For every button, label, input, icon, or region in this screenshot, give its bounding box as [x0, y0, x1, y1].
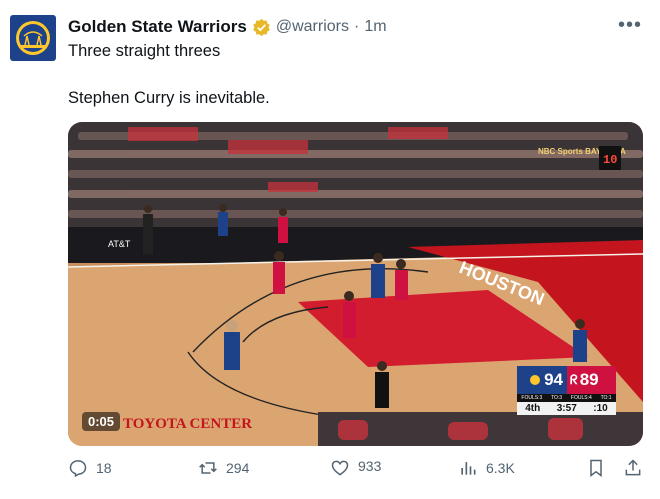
shot-clock-display: 10	[603, 153, 617, 167]
tweet-text-line-2: Stephen Curry is inevitable.	[68, 89, 270, 107]
arena-sign: TOYOTA CENTER	[123, 416, 252, 432]
tweet-header: Golden State Warriors @warriors · 1m	[68, 17, 387, 37]
handle[interactable]: @warriors	[276, 18, 349, 36]
views-icon	[461, 462, 476, 475]
bookmark-icon	[590, 459, 602, 477]
verified-badge-icon[interactable]	[252, 18, 271, 37]
reply-icon	[69, 460, 87, 478]
tweet-text-line-1: Three straight threes	[68, 42, 221, 60]
game-clock: 3:57	[556, 403, 577, 414]
reply-button[interactable]: 18	[68, 458, 112, 478]
home-score: 89	[579, 370, 599, 389]
shot-clock: :10	[593, 403, 608, 414]
quarter: 4th	[525, 403, 541, 414]
fouls-away: FOULS:3	[521, 395, 543, 401]
sponsor-sign: AT&T	[108, 239, 131, 249]
like-icon	[331, 460, 349, 476]
video-player[interactable]: AT&T HOUSTON TOYOTA CENTER NBC Sports BA…	[68, 122, 643, 446]
like-count: 933	[358, 458, 382, 474]
bookmark-button[interactable]	[586, 458, 606, 478]
retweet-icon	[199, 462, 217, 474]
views-button[interactable]: 6.3K	[458, 458, 515, 478]
share-button[interactable]	[623, 458, 643, 478]
action-bar: 18 294 933 6.3K	[68, 458, 643, 486]
like-button[interactable]: 933	[330, 454, 381, 478]
views-count: 6.3K	[486, 460, 515, 476]
more-icon[interactable]: •••	[618, 14, 642, 37]
timestamp[interactable]: 1m	[364, 18, 386, 36]
timeouts-home: TO:1	[600, 395, 612, 401]
warriors-bug-icon	[530, 375, 541, 385]
retweet-count: 294	[226, 460, 250, 476]
separator: ·	[354, 18, 360, 35]
video-duration: 0:05	[82, 412, 121, 431]
scorebug: 94 ᖇ 89 FOULS:3 TO:3 FOULS:4 TO:1 4th 3:5…	[517, 366, 616, 415]
avatar[interactable]	[10, 15, 56, 61]
away-score: 94	[544, 370, 563, 389]
rockets-bug-icon: ᖇ	[570, 372, 578, 387]
warriors-logo-icon	[16, 21, 50, 55]
display-name[interactable]: Golden State Warriors	[68, 17, 247, 37]
timeouts-away: TO:3	[551, 395, 563, 401]
reply-count: 18	[96, 460, 112, 476]
share-icon	[625, 459, 641, 476]
fouls-home: FOULS:4	[570, 395, 592, 401]
retweet-button[interactable]: 294	[198, 458, 249, 478]
